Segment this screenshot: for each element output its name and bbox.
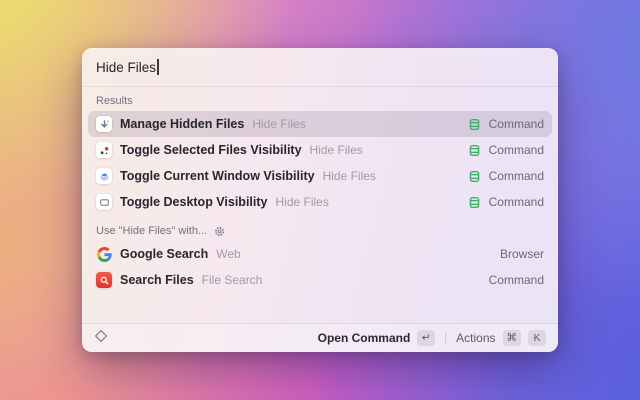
result-row-toggle-desktop[interactable]: Toggle Desktop Visibility Hide Files Com… bbox=[88, 189, 552, 215]
result-title: Toggle Selected Files Visibility bbox=[120, 143, 302, 157]
toggle-current-window-icon bbox=[96, 168, 112, 184]
footer-separator: | bbox=[444, 332, 447, 344]
fallback-subtitle: Web bbox=[216, 247, 240, 261]
result-subtitle: Hide Files bbox=[252, 117, 305, 131]
result-row-toggle-current-window[interactable]: Toggle Current Window Visibility Hide Fi… bbox=[88, 163, 552, 189]
fallback-title: Search Files bbox=[120, 273, 194, 287]
command-type-icon bbox=[468, 170, 481, 183]
text-caret bbox=[157, 59, 159, 75]
google-icon bbox=[96, 246, 112, 262]
fallback-header-label: Use "Hide Files" with... bbox=[96, 225, 207, 237]
raycast-logo-icon bbox=[94, 329, 108, 348]
footer-bar: Open Command ↵ | Actions ⌘ K bbox=[82, 323, 558, 352]
fallback-type: Browser bbox=[500, 247, 544, 261]
result-type: Command bbox=[489, 195, 544, 209]
command-type-icon bbox=[468, 118, 481, 131]
fallback-type: Command bbox=[489, 273, 544, 287]
result-type: Command bbox=[489, 143, 544, 157]
fallback-title: Google Search bbox=[120, 247, 208, 261]
toggle-desktop-icon bbox=[96, 194, 112, 210]
manage-hidden-files-icon bbox=[96, 116, 112, 132]
file-search-icon bbox=[96, 272, 112, 288]
actions-button[interactable]: Actions bbox=[456, 331, 495, 345]
result-row-toggle-selected-files[interactable]: Toggle Selected Files Visibility Hide Fi… bbox=[88, 137, 552, 163]
command-type-icon bbox=[468, 144, 481, 157]
toggle-selected-files-icon bbox=[96, 142, 112, 158]
results-header: Results bbox=[96, 95, 544, 107]
fallback-row-search-files[interactable]: Search Files File Search Command bbox=[88, 267, 552, 293]
result-type: Command bbox=[489, 117, 544, 131]
result-title: Manage Hidden Files bbox=[120, 117, 244, 131]
k-key-icon[interactable]: K bbox=[528, 330, 546, 346]
command-type-icon bbox=[468, 196, 481, 209]
search-input[interactable]: Hide Files bbox=[82, 48, 558, 86]
result-row-manage-hidden-files[interactable]: Manage Hidden Files Hide Files Command bbox=[88, 111, 552, 137]
command-key-icon[interactable]: ⌘ bbox=[503, 330, 522, 346]
result-title: Toggle Desktop Visibility bbox=[120, 195, 267, 209]
gear-icon[interactable] bbox=[214, 226, 225, 237]
fallback-row-google-search[interactable]: Google Search Web Browser bbox=[88, 241, 552, 267]
open-command-button[interactable]: Open Command bbox=[318, 331, 411, 345]
result-type: Command bbox=[489, 169, 544, 183]
desktop-background: Hide Files Results Manage Hidden Files H… bbox=[0, 0, 640, 400]
fallback-subtitle: File Search bbox=[202, 273, 263, 287]
search-query-text: Hide Files bbox=[96, 60, 156, 75]
results-panel: Results Manage Hidden Files Hide Files C… bbox=[82, 87, 558, 323]
return-key-icon[interactable]: ↵ bbox=[417, 330, 435, 346]
fallback-header: Use "Hide Files" with... bbox=[96, 225, 544, 237]
result-subtitle: Hide Files bbox=[275, 195, 328, 209]
result-subtitle: Hide Files bbox=[310, 143, 363, 157]
launcher-window: Hide Files Results Manage Hidden Files H… bbox=[82, 48, 558, 352]
result-title: Toggle Current Window Visibility bbox=[120, 169, 315, 183]
result-subtitle: Hide Files bbox=[323, 169, 376, 183]
